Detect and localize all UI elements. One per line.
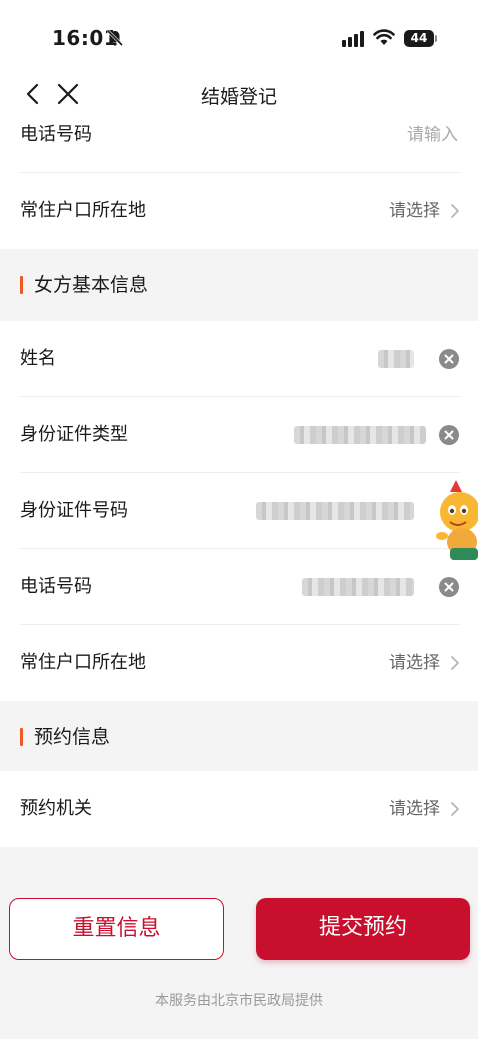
residence-row[interactable]: 常住户口所在地 请选择: [20, 625, 460, 701]
phone-value-redacted[interactable]: [302, 578, 414, 596]
id-number-label: 身份证件号码: [20, 500, 128, 521]
appointment-section-title: 预约信息: [34, 726, 111, 748]
chevron-right-icon: [451, 802, 459, 816]
id-type-label: 身份证件类型: [20, 424, 128, 445]
partial-info-section: 电话号码 请输入 常住户口所在地 请选择: [0, 118, 478, 249]
clear-icon[interactable]: [438, 348, 460, 370]
female-info-section: 姓名 身份证件类型 身份证件号码 电话号码 常住户口所在地 请选择: [0, 321, 478, 701]
section-accent-bar: [20, 276, 23, 294]
chevron-right-icon: [451, 656, 459, 670]
id-type-row[interactable]: 身份证件类型: [20, 397, 460, 473]
battery-indicator: 44: [404, 30, 434, 47]
section-accent-bar: [20, 728, 23, 746]
reset-button[interactable]: 重置信息: [9, 898, 224, 960]
phone-row[interactable]: 电话号码 请输入: [20, 118, 460, 173]
phone-label: 电话号码: [20, 124, 92, 145]
phone-input[interactable]: 请输入: [407, 118, 458, 173]
battery-tip: [435, 35, 437, 42]
wifi-icon: [373, 29, 395, 45]
residence-row[interactable]: 常住户口所在地 请选择: [20, 173, 460, 249]
office-row[interactable]: 预约机关 请选择: [20, 771, 460, 847]
appointment-section-header: 预约信息: [0, 701, 478, 773]
office-select[interactable]: 请选择: [389, 771, 440, 847]
id-number-row[interactable]: 身份证件号码: [20, 473, 460, 549]
clear-icon[interactable]: [438, 424, 460, 446]
bell-muted-icon: [106, 29, 124, 47]
chevron-right-icon: [451, 204, 459, 218]
appointment-section: 预约机关 请选择: [0, 771, 478, 847]
status-bar: 16:01 44: [0, 0, 478, 76]
mascot-icon[interactable]: [434, 478, 478, 562]
residence-label: 常住户口所在地: [20, 200, 146, 221]
footer-text: 本服务由北京市民政局提供: [155, 993, 323, 1009]
office-label: 预约机关: [20, 798, 92, 819]
female-section-header: 女方基本信息: [0, 249, 478, 321]
name-label: 姓名: [20, 348, 56, 369]
name-value-redacted[interactable]: [378, 350, 414, 368]
id-number-value-redacted[interactable]: [256, 502, 414, 520]
id-type-value-redacted[interactable]: [294, 426, 426, 444]
page-title: 结婚登记: [200, 86, 277, 108]
residence-label: 常住户口所在地: [20, 652, 146, 673]
name-row[interactable]: 姓名: [20, 321, 460, 397]
submit-button[interactable]: 提交预约: [256, 898, 470, 960]
phone-row[interactable]: 电话号码: [20, 549, 460, 625]
clear-icon[interactable]: [438, 576, 460, 598]
phone-label: 电话号码: [20, 576, 92, 597]
residence-select[interactable]: 请选择: [389, 625, 440, 701]
cellular-signal-icon: [342, 31, 364, 47]
residence-select[interactable]: 请选择: [389, 173, 440, 249]
navigation-bar: 结婚登记: [0, 70, 478, 118]
female-section-title: 女方基本信息: [34, 274, 149, 296]
